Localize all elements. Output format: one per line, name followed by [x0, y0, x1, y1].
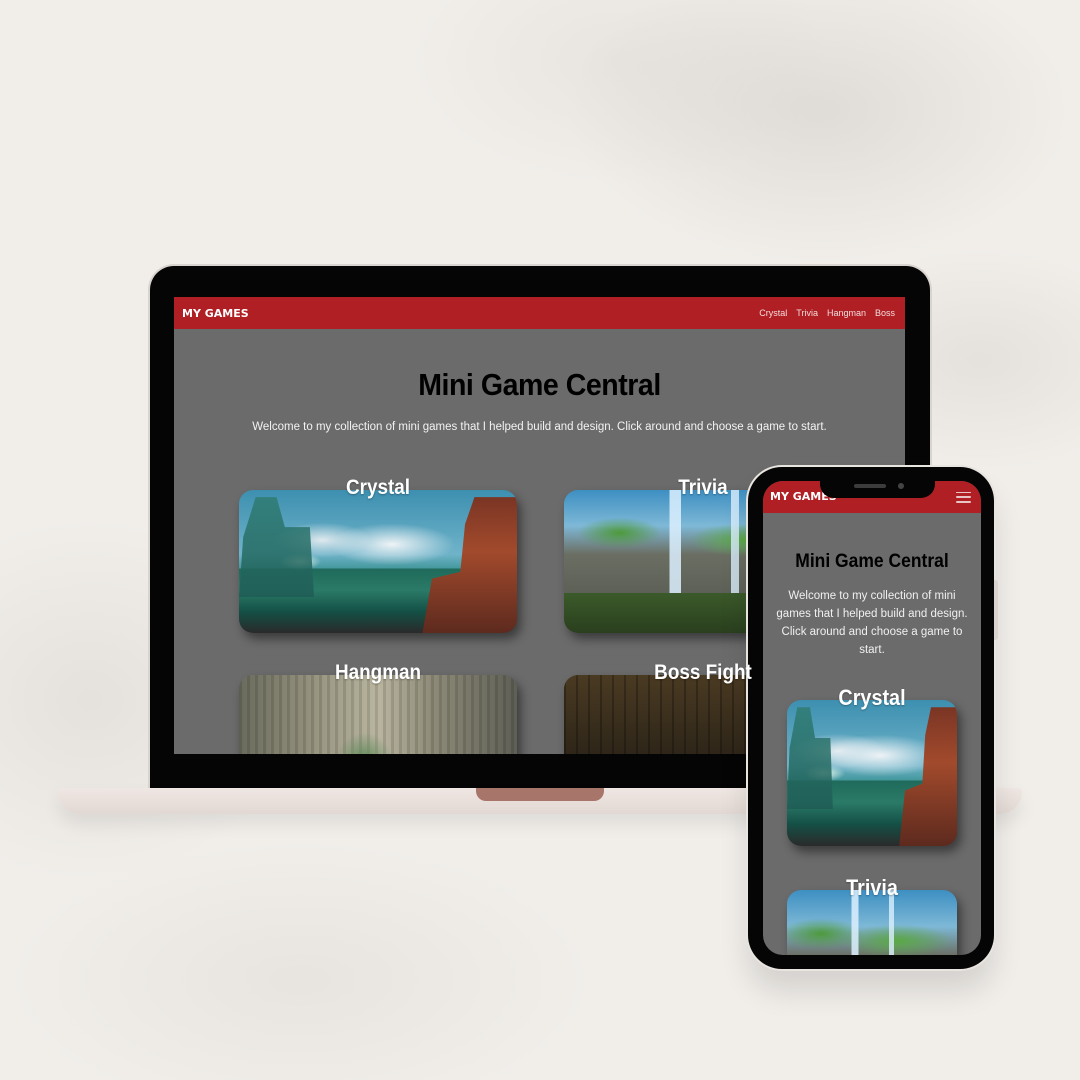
- nav-link-hangman[interactable]: Hangman: [827, 308, 866, 318]
- phone-side-button: [994, 580, 998, 640]
- game-card-crystal[interactable]: Crystal: [239, 476, 517, 633]
- nav-link-trivia[interactable]: Trivia: [796, 308, 818, 318]
- mobile-hero-title: Mini Game Central: [795, 551, 949, 572]
- game-card-title: Crystal: [838, 685, 906, 710]
- mobile-game-card-trivia[interactable]: Trivia: [787, 875, 957, 955]
- desktop-navbar: MY GAMES Crystal Trivia Hangman Boss: [174, 297, 905, 329]
- game-card-hangman[interactable]: Hangman: [239, 661, 517, 754]
- desktop-hero-title: Mini Game Central: [418, 367, 661, 402]
- game-card-title: Trivia: [846, 875, 898, 900]
- desktop-hero-text: Welcome to my collection of mini games t…: [252, 421, 827, 433]
- desktop-nav-links: Crystal Trivia Hangman Boss: [759, 308, 895, 318]
- game-card-title: Crystal: [345, 476, 411, 499]
- hamburger-menu-icon[interactable]: [956, 491, 971, 503]
- hangman-game-image[interactable]: [239, 675, 517, 754]
- game-card-title: Hangman: [334, 661, 422, 684]
- mobile-game-card-crystal[interactable]: Crystal: [787, 685, 957, 846]
- nav-link-boss[interactable]: Boss: [875, 308, 895, 318]
- mobile-site-screen[interactable]: MY GAMES Mini Game Central Welcome to my…: [763, 481, 981, 955]
- game-card-title: Boss Fight: [654, 661, 752, 684]
- phone-camera-icon: [898, 483, 904, 489]
- game-card-title: Trivia: [678, 476, 728, 499]
- phone-notch: [820, 476, 935, 498]
- crystal-game-image[interactable]: [787, 700, 957, 846]
- crystal-game-image[interactable]: [239, 490, 517, 633]
- desktop-brand-link[interactable]: MY GAMES: [182, 307, 249, 320]
- nav-link-crystal[interactable]: Crystal: [759, 308, 787, 318]
- mobile-hero-text: Welcome to my collection of mini games t…: [776, 590, 968, 656]
- laptop-opening-notch: [476, 788, 604, 801]
- phone-speaker: [854, 484, 886, 488]
